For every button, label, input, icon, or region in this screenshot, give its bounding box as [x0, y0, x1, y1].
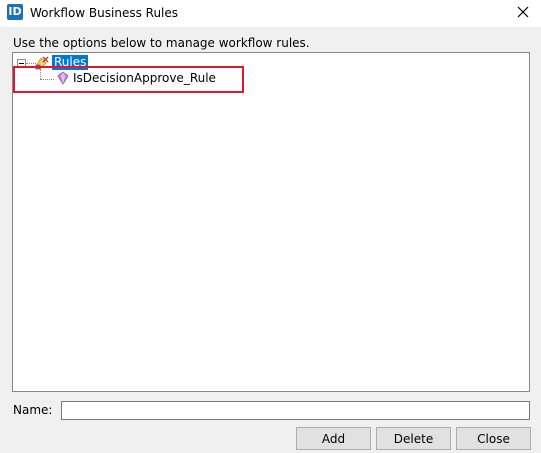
app-logo-text: ID: [8, 5, 22, 18]
app-logo-icon: ID: [7, 4, 23, 20]
name-label: Name:: [13, 403, 53, 417]
tree-connector-line: [40, 79, 54, 80]
tree-node-rules[interactable]: Rules: [52, 55, 89, 70]
instruction-text: Use the options below to manage workflow…: [13, 36, 310, 50]
name-field[interactable]: [61, 401, 530, 420]
window-title: Workflow Business Rules: [30, 6, 179, 20]
close-icon[interactable]: [514, 3, 532, 21]
close-button[interactable]: Close: [456, 427, 531, 450]
rules-tree-view[interactable]: Rules IsDecisionApprove_Rule: [12, 52, 530, 392]
delete-button[interactable]: Delete: [376, 427, 451, 450]
collapse-toggle-icon[interactable]: [17, 59, 26, 68]
rules-folder-icon: [33, 55, 49, 71]
title-bar: ID Workflow Business Rules: [0, 0, 541, 27]
tree-node-rule[interactable]: IsDecisionApprove_Rule: [73, 71, 216, 86]
add-button[interactable]: Add: [296, 427, 371, 450]
workflow-rules-dialog: ID Workflow Business Rules Use the optio…: [0, 0, 541, 453]
rule-gem-icon: [56, 71, 70, 85]
